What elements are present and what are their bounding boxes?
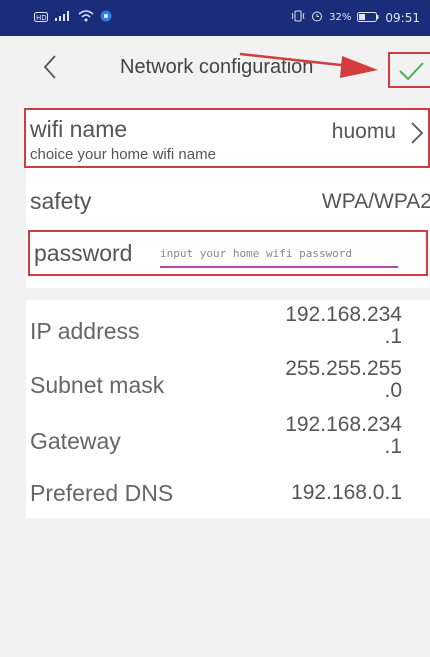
ip-address-label: IP address (30, 318, 140, 344)
chevron-left-icon[interactable] (36, 52, 66, 82)
alarm-icon (311, 10, 323, 25)
safety-row[interactable]: safety WPA/WPA2 (26, 172, 430, 220)
wifi-name-row[interactable]: wifi name choice your home wifi name huo… (24, 108, 430, 168)
subnet-mask-value-line1: 255.255.255 (285, 357, 402, 380)
status-bar: HD 32% 09:51 (0, 0, 430, 36)
confirm-highlight (388, 52, 430, 88)
signal-icon (54, 10, 72, 25)
annotation-arrow (239, 52, 378, 78)
wifi-settings-card: wifi name choice your home wifi name huo… (24, 108, 430, 288)
hd-icon: HD (34, 11, 48, 25)
password-row: password (28, 230, 428, 276)
chevron-right-icon (408, 120, 426, 146)
battery-percent: 32% (329, 12, 352, 23)
gateway-value-line2: .1 (384, 435, 402, 458)
gateway-value-line1: 192.168.234 (285, 413, 402, 436)
app-icon (100, 10, 112, 25)
safety-label: safety (30, 188, 92, 214)
wifi-name-hint: choice your home wifi name (30, 146, 216, 163)
subnet-mask-label: Subnet mask (30, 372, 165, 398)
battery-icon (357, 11, 379, 25)
ip-address-value-line1: 192.168.234 (285, 303, 402, 326)
subnet-mask-row[interactable]: Subnet mask 255.255.255 .0 (26, 354, 430, 408)
gateway-row[interactable]: Gateway 192.168.234 .1 (26, 408, 430, 462)
ip-address-row[interactable]: IP address 192.168.234 .1 (26, 300, 430, 354)
subnet-mask-value-line2: .0 (384, 379, 402, 402)
safety-value: WPA/WPA2 (321, 190, 430, 213)
wifi-name-label: wifi name (30, 116, 128, 142)
wifi-name-value: huomu (331, 120, 396, 143)
check-icon[interactable] (396, 58, 426, 84)
wifi-icon (78, 10, 94, 25)
password-input[interactable] (160, 240, 398, 268)
dns-label: Prefered DNS (30, 480, 174, 506)
svg-text:HD: HD (36, 14, 47, 22)
dns-row[interactable]: Prefered DNS 192.168.0.1 (26, 464, 430, 516)
network-info-card: IP address 192.168.234 .1 Subnet mask 25… (26, 300, 430, 518)
title-bar: Network configuration (0, 36, 430, 100)
status-right: 32% 09:51 (291, 10, 420, 25)
status-left: HD (34, 10, 112, 25)
password-label: password (34, 240, 133, 266)
dns-value: 192.168.0.1 (291, 481, 402, 504)
gateway-label: Gateway (30, 428, 121, 454)
vibrate-icon (291, 10, 305, 25)
clock: 09:51 (385, 10, 420, 25)
ip-address-value-line2: .1 (384, 325, 402, 348)
